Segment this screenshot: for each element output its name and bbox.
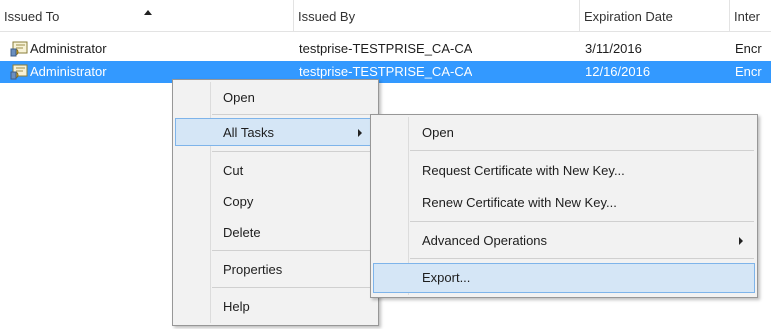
menu-separator xyxy=(212,114,375,115)
column-header-expiration-date-label: Expiration Date xyxy=(584,9,673,24)
column-header-intended-purposes-label: Inter xyxy=(734,9,761,24)
menu-item-all-tasks-label: All Tasks xyxy=(223,125,275,140)
cell-expiration-date: 12/16/2016 xyxy=(585,64,651,79)
submenu-item-open[interactable]: Open xyxy=(373,118,755,146)
column-header-issued-to-label: Issued To xyxy=(4,9,60,24)
submenu-item-export-label: Export... xyxy=(422,270,471,285)
menu-item-copy-label: Copy xyxy=(223,194,254,209)
menu-item-delete[interactable]: Delete xyxy=(175,218,376,246)
submenu-arrow-icon xyxy=(358,129,362,137)
all-tasks-submenu: Open Request Certificate with New Key...… xyxy=(370,114,758,298)
menu-item-help[interactable]: Help xyxy=(175,292,376,320)
submenu-item-renew-new-key-label: Renew Certificate with New Key... xyxy=(422,195,617,210)
context-menu: Open All Tasks Cut Copy Delete Propertie… xyxy=(172,79,379,326)
list-header: Issued To Issued By Expiration Date Inte… xyxy=(0,0,771,32)
menu-item-delete-label: Delete xyxy=(223,225,261,240)
menu-item-properties-label: Properties xyxy=(223,262,283,277)
column-header-issued-by[interactable]: Issued By xyxy=(294,0,580,31)
column-header-issued-to[interactable]: Issued To xyxy=(0,0,294,31)
submenu-item-export[interactable]: Export... xyxy=(373,263,755,293)
menu-separator xyxy=(212,250,375,251)
menu-separator xyxy=(212,287,375,288)
certificate-icon xyxy=(10,64,28,80)
sort-ascending-icon xyxy=(144,10,152,15)
column-header-expiration-date[interactable]: Expiration Date xyxy=(580,0,730,31)
menu-item-properties[interactable]: Properties xyxy=(175,255,376,283)
cell-issued-by: testprise-TESTPRISE_CA-CA xyxy=(299,41,473,56)
submenu-item-open-label: Open xyxy=(422,125,454,140)
submenu-item-request-new-key[interactable]: Request Certificate with New Key... xyxy=(373,156,755,184)
cell-intended-purposes: Encr xyxy=(735,41,762,56)
menu-separator xyxy=(410,258,754,259)
submenu-item-advanced-operations[interactable]: Advanced Operations xyxy=(373,226,755,254)
column-header-intended-purposes[interactable]: Inter xyxy=(730,0,771,31)
menu-item-open[interactable]: Open xyxy=(175,83,376,111)
submenu-item-renew-new-key[interactable]: Renew Certificate with New Key... xyxy=(373,188,755,216)
menu-item-cut-label: Cut xyxy=(223,163,244,178)
cell-issued-to: Administrator xyxy=(30,64,107,79)
table-row-selected[interactable]: Administrator testprise-TESTPRISE_CA-CA … xyxy=(0,61,771,83)
submenu-item-advanced-operations-label: Advanced Operations xyxy=(422,233,548,248)
menu-item-cut[interactable]: Cut xyxy=(175,156,376,184)
table-row[interactable]: Administrator testprise-TESTPRISE_CA-CA … xyxy=(0,38,771,60)
menu-item-all-tasks[interactable]: All Tasks xyxy=(175,118,376,146)
certificate-icon xyxy=(10,41,28,57)
menu-item-copy[interactable]: Copy xyxy=(175,187,376,215)
cell-issued-to: Administrator xyxy=(30,41,107,56)
cell-intended-purposes: Encr xyxy=(735,64,762,79)
submenu-item-request-new-key-label: Request Certificate with New Key... xyxy=(422,163,625,178)
menu-item-open-label: Open xyxy=(223,90,255,105)
cell-expiration-date: 3/11/2016 xyxy=(585,41,642,56)
submenu-arrow-icon xyxy=(739,237,743,245)
menu-separator xyxy=(212,151,375,152)
menu-separator xyxy=(410,150,754,151)
column-header-issued-by-label: Issued By xyxy=(298,9,356,24)
menu-item-help-label: Help xyxy=(223,299,250,314)
menu-separator xyxy=(410,221,754,222)
